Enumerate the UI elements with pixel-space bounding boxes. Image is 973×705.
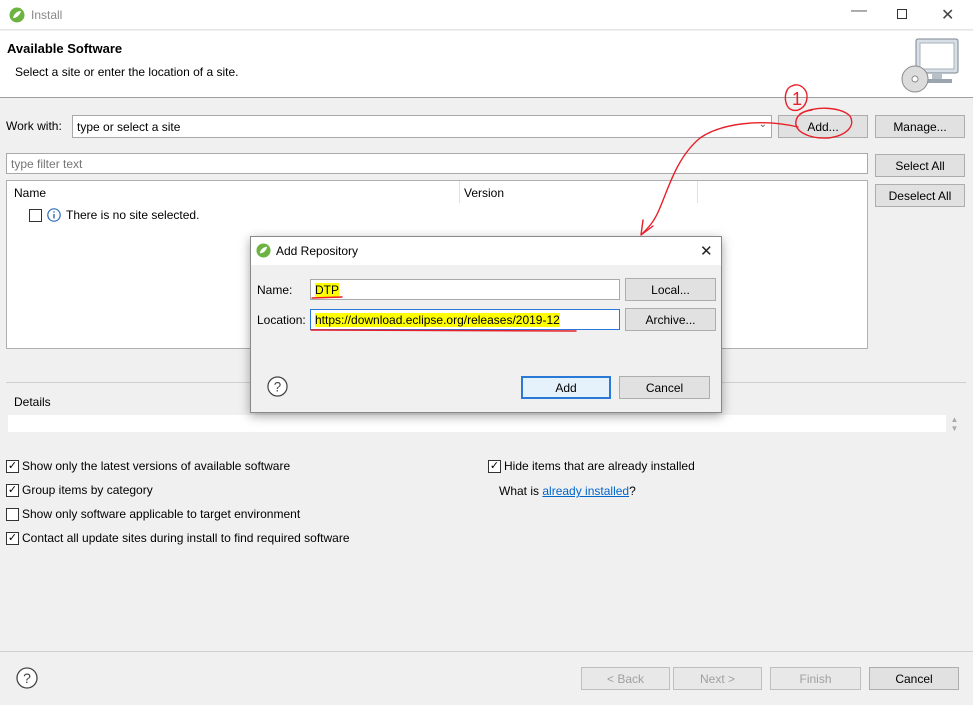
group-items-checkbox[interactable]: ✓: [6, 484, 19, 497]
title-bar: Install — ✕: [0, 0, 973, 30]
group-items-label: Group items by category: [22, 483, 153, 497]
add-repository-dialog: Add Repository ✕ Name: DTP Local... Loca…: [250, 236, 722, 413]
table-header: Name Version: [7, 181, 867, 203]
spring-app-icon: [9, 7, 25, 23]
check-icon: ✓: [489, 460, 500, 472]
select-all-button[interactable]: Select All: [875, 154, 965, 177]
filter-input[interactable]: [6, 153, 868, 174]
footer-cancel-button[interactable]: Cancel: [869, 667, 959, 690]
dialog-close-button[interactable]: ✕: [700, 242, 713, 260]
dialog-title-bar: Add Repository ✕: [251, 237, 721, 265]
svg-text:?: ?: [274, 379, 281, 394]
what-is-text: What is already installed?: [499, 484, 636, 498]
close-button[interactable]: ✕: [941, 5, 954, 25]
archive-button[interactable]: Archive...: [625, 308, 716, 331]
window-title: Install: [31, 8, 63, 22]
work-with-placeholder: type or select a site: [77, 119, 181, 134]
header-banner: Available Software Select a site or ente…: [0, 31, 973, 98]
name-value: DTP: [315, 282, 339, 297]
dialog-cancel-button[interactable]: Cancel: [619, 376, 710, 399]
info-icon: [47, 208, 61, 222]
latest-versions-checkbox[interactable]: ✓: [6, 460, 19, 473]
work-with-combo[interactable]: type or select a site ⌄: [72, 115, 772, 138]
next-button[interactable]: Next >: [673, 667, 762, 690]
check-icon: ✓: [7, 460, 18, 472]
applicable-only-label: Show only software applicable to target …: [22, 507, 301, 521]
work-with-label: Work with:: [6, 119, 62, 133]
details-text-area: [8, 415, 946, 432]
footer-divider: [0, 651, 973, 652]
dialog-help-icon[interactable]: ?: [267, 376, 288, 397]
location-field[interactable]: https://download.eclipse.org/releases/20…: [310, 309, 620, 330]
contact-sites-checkbox[interactable]: ✓: [6, 532, 19, 545]
column-divider: [697, 181, 698, 203]
contact-sites-label: Contact all update sites during install …: [22, 531, 350, 545]
minimize-button[interactable]: —: [851, 2, 867, 20]
latest-versions-label: Show only the latest versions of availab…: [22, 459, 291, 473]
applicable-only-checkbox[interactable]: [6, 508, 19, 521]
column-name[interactable]: Name: [14, 186, 46, 200]
help-icon[interactable]: ?: [16, 667, 38, 689]
chevron-down-icon[interactable]: ⌄: [759, 119, 767, 130]
deselect-all-button[interactable]: Deselect All: [875, 184, 965, 207]
check-icon: ✓: [7, 532, 18, 544]
add-site-button[interactable]: Add...: [778, 115, 868, 138]
hide-installed-checkbox[interactable]: ✓: [488, 460, 501, 473]
manage-button[interactable]: Manage...: [875, 115, 965, 138]
already-installed-link[interactable]: already installed: [542, 484, 629, 498]
row-checkbox[interactable]: [29, 209, 42, 222]
question-mark-text: ?: [629, 484, 636, 498]
local-button[interactable]: Local...: [625, 278, 716, 301]
details-scrollbar[interactable]: ▲ ▼: [948, 415, 961, 437]
install-computer-icon: [901, 38, 959, 93]
check-icon: ✓: [7, 484, 18, 496]
dialog-add-button[interactable]: Add: [521, 376, 611, 399]
location-label: Location:: [257, 313, 306, 327]
page-title: Available Software: [7, 41, 123, 56]
row-text: There is no site selected.: [66, 208, 200, 222]
name-label: Name:: [257, 283, 293, 297]
maximize-button[interactable]: [897, 9, 907, 19]
hide-installed-label: Hide items that are already installed: [504, 459, 695, 473]
what-is-label: What is: [499, 484, 540, 498]
column-divider: [459, 181, 460, 203]
name-field[interactable]: DTP: [310, 279, 620, 300]
table-row[interactable]: There is no site selected.: [29, 207, 429, 225]
page-subtitle: Select a site or enter the location of a…: [15, 65, 239, 79]
spring-app-icon: [256, 243, 271, 258]
location-value: https://download.eclipse.org/releases/20…: [315, 312, 560, 327]
dialog-title: Add Repository: [276, 244, 359, 258]
column-version[interactable]: Version: [464, 186, 504, 200]
details-label: Details: [14, 395, 51, 409]
back-button[interactable]: < Back: [581, 667, 670, 690]
svg-text:?: ?: [23, 670, 31, 686]
finish-button[interactable]: Finish: [770, 667, 861, 690]
